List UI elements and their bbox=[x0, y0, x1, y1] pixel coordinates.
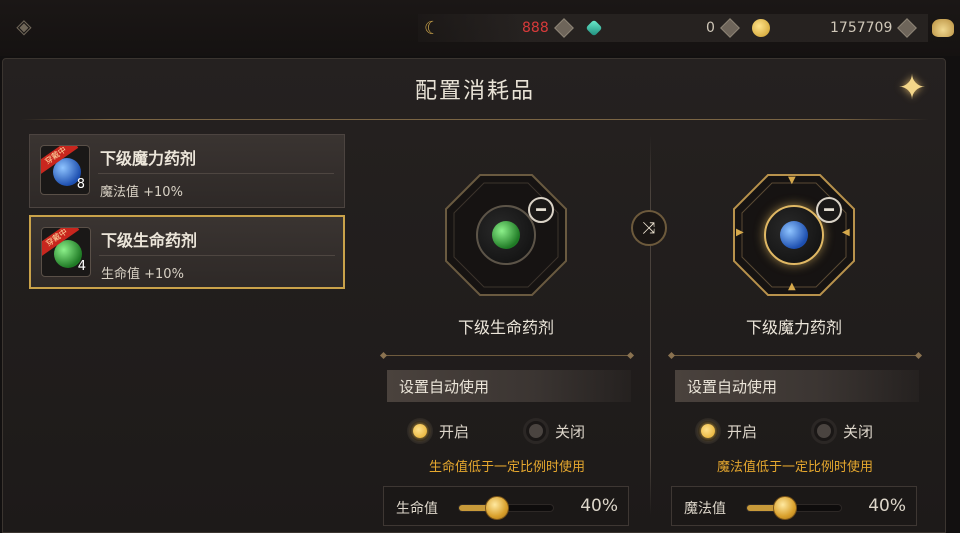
radio-unselected-icon bbox=[523, 418, 549, 444]
slider-label: 生命值 bbox=[396, 501, 438, 517]
slot-1-radio-on[interactable]: 开启 bbox=[407, 418, 469, 444]
title-divider bbox=[21, 119, 929, 120]
red-gem-value: 888 bbox=[522, 20, 549, 36]
radio-label: 开启 bbox=[727, 422, 758, 441]
resource-gold bbox=[752, 14, 770, 42]
resource-bag bbox=[932, 14, 954, 42]
item-divider bbox=[98, 173, 334, 174]
slider-track[interactable] bbox=[458, 496, 554, 520]
slot-1-auto-use-header: 设置自动使用 bbox=[387, 370, 631, 402]
slider-label: 魔法值 bbox=[684, 501, 726, 517]
swap-slots-button[interactable]: ⤨ bbox=[631, 210, 667, 246]
remove-slot-2-button[interactable]: ━ bbox=[816, 197, 842, 223]
crescent-icon: ☾ bbox=[424, 17, 441, 39]
consumable-config-panel: 配置消耗品 ✦ 穿戴中 8 下级魔力药剂 魔法值 +10% 穿戴中 4 下级生命… bbox=[2, 58, 946, 533]
radio-unselected-icon bbox=[811, 418, 837, 444]
selected-marker-icon: ▲ bbox=[788, 281, 796, 292]
item-divider bbox=[99, 255, 335, 256]
slot-2-threshold-slider: 魔法值 40% bbox=[671, 486, 917, 526]
item-quantity: 4 bbox=[77, 259, 86, 274]
slot-1-hint: 生命值低于一定比例时使用 bbox=[428, 460, 585, 475]
radio-label: 关闭 bbox=[555, 422, 586, 441]
radio-label: 关闭 bbox=[843, 422, 874, 441]
resource-crescent: ☾ bbox=[424, 14, 440, 42]
gold-value: 1757709 bbox=[830, 20, 893, 36]
list-item-mana-potion[interactable]: 穿戴中 8 下级魔力药剂 魔法值 +10% bbox=[29, 134, 345, 208]
add-gold-button[interactable] bbox=[897, 18, 918, 38]
remove-slot-1-button[interactable]: ━ bbox=[528, 197, 554, 223]
bag-icon[interactable] bbox=[932, 19, 954, 37]
slot-2-radio-off[interactable]: 关闭 bbox=[811, 418, 873, 444]
selected-marker-icon: ▼ bbox=[788, 175, 796, 186]
item-effect: 生命值 +10% bbox=[101, 267, 184, 282]
close-icon[interactable]: ✦ bbox=[893, 69, 931, 107]
slot-2-section-rule bbox=[671, 355, 919, 356]
item-name: 下级生命药剂 bbox=[101, 231, 198, 250]
slot-divider bbox=[650, 135, 651, 515]
mana-potion-icon bbox=[780, 221, 808, 249]
item-effect: 魔法值 +10% bbox=[100, 185, 183, 200]
teal-crystal-icon bbox=[585, 19, 603, 37]
slot-2-hint: 魔法值低于一定比例时使用 bbox=[716, 460, 873, 475]
radio-label: 开启 bbox=[439, 422, 470, 441]
list-item-health-potion[interactable]: 穿戴中 4 下级生命药剂 生命值 +10% bbox=[29, 215, 345, 289]
slider-percent: 40% bbox=[868, 496, 906, 516]
add-crystal-button[interactable] bbox=[720, 18, 740, 38]
slot-1-threshold-slider: 生命值 40% bbox=[383, 486, 629, 526]
item-name: 下级魔力药剂 bbox=[100, 149, 197, 168]
health-potion-icon: 穿戴中 4 bbox=[41, 227, 91, 277]
slider-knob[interactable] bbox=[484, 496, 509, 520]
slot-1-radio-off[interactable]: 关闭 bbox=[523, 418, 585, 444]
mana-potion-icon: 穿戴中 8 bbox=[40, 145, 90, 195]
gold-coin-icon bbox=[752, 19, 770, 37]
slider-knob[interactable] bbox=[772, 496, 797, 520]
crystal-value: 0 bbox=[706, 20, 715, 36]
slider-track[interactable] bbox=[746, 496, 842, 520]
slot-1-frame[interactable]: ━ bbox=[442, 171, 570, 299]
health-potion-icon bbox=[492, 221, 520, 249]
slot-1-section-rule bbox=[383, 355, 631, 356]
slot-1-name: 下级生命药剂 bbox=[457, 318, 554, 337]
slot-1-potion bbox=[476, 205, 536, 265]
panel-title: 配置消耗品 bbox=[414, 79, 535, 104]
slot-2-potion bbox=[764, 205, 824, 265]
selected-marker-icon: ◀ bbox=[842, 227, 850, 238]
slider-percent: 40% bbox=[580, 496, 618, 516]
resource-teal-crystal bbox=[585, 14, 603, 42]
item-quantity: 8 bbox=[76, 177, 85, 192]
resource-gold-amount: 1757709 bbox=[830, 14, 918, 42]
add-red-gem-button[interactable] bbox=[553, 18, 574, 38]
radio-selected-icon bbox=[695, 418, 721, 444]
top-resource-bar: ◈ ☾ 888 0 1757709 bbox=[0, 0, 960, 56]
resource-red-gem: 888 bbox=[522, 14, 574, 42]
slot-2-name: 下级魔力药剂 bbox=[745, 318, 842, 337]
resource-zero: 0 bbox=[706, 14, 740, 42]
radio-selected-icon bbox=[407, 418, 433, 444]
slot-2-auto-use-header: 设置自动使用 bbox=[675, 370, 919, 402]
selected-marker-icon: ▶ bbox=[736, 227, 744, 238]
slot-2-radio-on[interactable]: 开启 bbox=[695, 418, 757, 444]
slot-2-frame[interactable]: ▼ ▲ ▶ ◀ ━ bbox=[730, 171, 858, 299]
back-arrow-icon[interactable]: ◈ bbox=[10, 12, 38, 40]
